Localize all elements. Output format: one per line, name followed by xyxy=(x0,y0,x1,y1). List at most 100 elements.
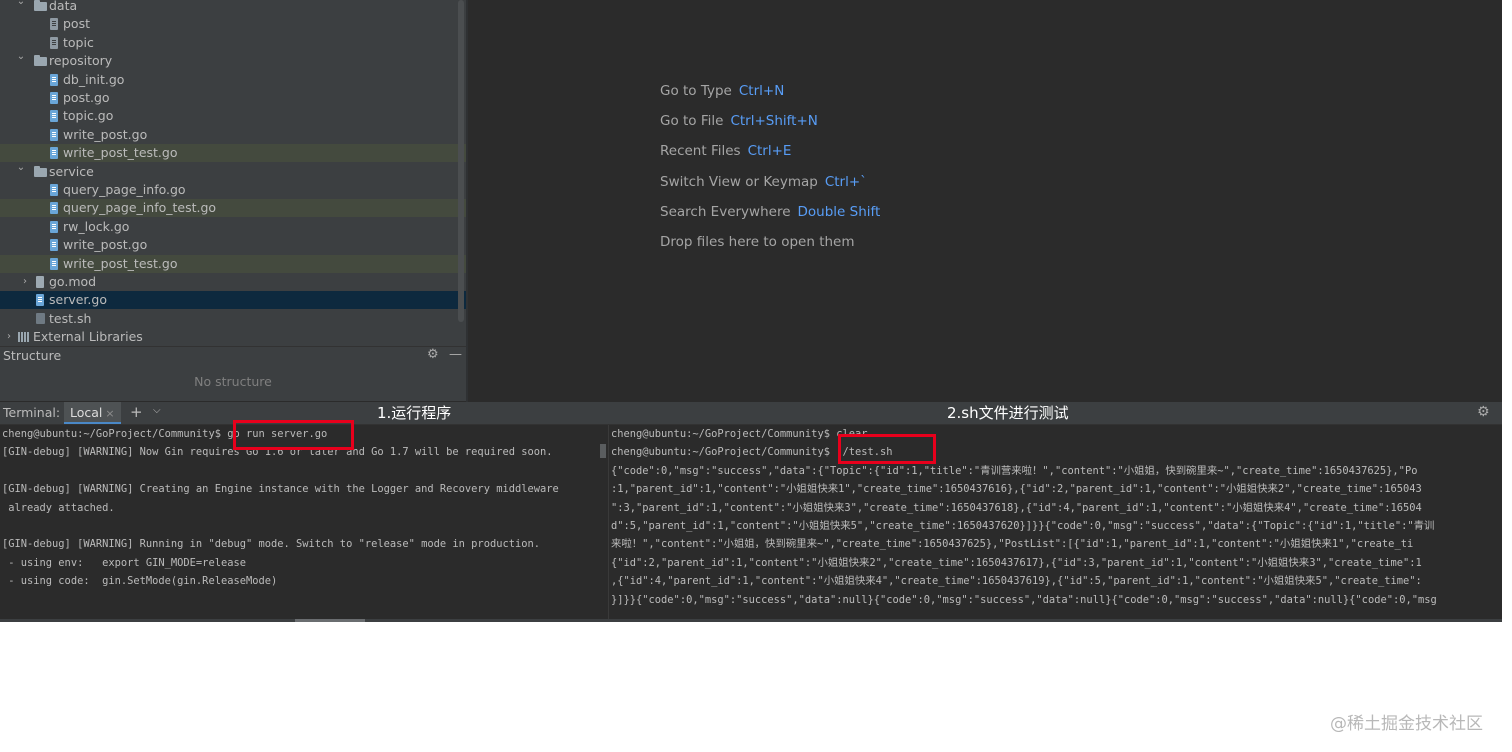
terminal-output-line: [GIN-debug] [WARNING] Creating an Engine… xyxy=(2,483,559,496)
tree-item[interactable]: ⌄ service xyxy=(0,162,466,181)
editor-hint-shortcut[interactable]: Ctrl+Shift+N xyxy=(730,113,817,129)
editor-hint-shortcut[interactable]: Ctrl+N xyxy=(739,83,784,99)
tree-item[interactable]: › External Libraries xyxy=(0,328,466,346)
tab-local[interactable]: Local × xyxy=(64,402,121,424)
tree-item[interactable]: write_post.go xyxy=(0,126,466,144)
go-file-icon xyxy=(50,73,58,86)
terminal-output-line: - using code: gin.SetMode(gin.ReleaseMod… xyxy=(2,575,278,588)
tree-item-label: rw_lock.go xyxy=(63,218,130,234)
go-file-icon xyxy=(50,128,58,141)
tree-item-label: repository xyxy=(49,53,113,69)
tree-item-label: query_page_info_test.go xyxy=(63,200,217,216)
tree-item[interactable]: post xyxy=(0,15,466,33)
tree-item[interactable]: rw_lock.go xyxy=(0,218,466,236)
tree-item[interactable]: post.go xyxy=(0,89,466,107)
tree-item[interactable]: › go.mod xyxy=(0,273,466,291)
tree-item-label: write_post.go xyxy=(63,126,148,142)
tree-item-label: post.go xyxy=(63,90,110,105)
tree-item[interactable]: query_page_info.go xyxy=(0,181,466,199)
go-file-icon xyxy=(50,110,58,123)
chevron-down-icon[interactable]: ⌄ xyxy=(16,0,26,11)
project-tree-panel: ⌄ data post topic ⌄ repository db_init.go post.… xyxy=(0,0,466,346)
terminal-output-line: already attached. xyxy=(2,501,115,514)
chevron-down-icon[interactable]: ⌵ xyxy=(153,405,161,416)
project-scrollbar[interactable] xyxy=(458,0,464,322)
add-terminal-button[interactable]: + xyxy=(130,403,143,421)
folder-icon xyxy=(34,55,47,67)
watermark: @稀土掘金技术社区 xyxy=(1330,714,1483,734)
minimize-icon[interactable]: — xyxy=(449,347,462,362)
terminal-output-line: ":3,"parent_id":1,"content":"小姐姐快来3","cr… xyxy=(611,501,1422,514)
structure-title: Structure xyxy=(3,348,62,363)
tree-item[interactable]: write_post.go xyxy=(0,236,466,254)
editor-empty-area[interactable]: Go to Type Ctrl+N Go to File Ctrl+Shift+N Re… xyxy=(468,0,1502,402)
editor-hint-shortcut[interactable]: Ctrl+E xyxy=(748,143,792,159)
chevron-down-icon[interactable]: ⌄ xyxy=(16,48,26,66)
go-file-icon xyxy=(50,92,58,104)
tree-item[interactable]: topic xyxy=(0,34,466,52)
close-icon[interactable]: × xyxy=(105,407,114,420)
annotation-run-program: 1.运行程序 xyxy=(377,404,452,422)
terminal-output-line: ,{"id":4,"parent_id":1,"content":"小姐姐快来4… xyxy=(611,575,1422,588)
editor-hint-shortcut[interactable]: Ctrl+` xyxy=(825,174,867,190)
editor-hint-label: Switch View or Keymap xyxy=(660,173,818,190)
editor-hint: Drop files here to open them xyxy=(660,234,855,250)
terminal-output-line: d":5,"parent_id":1,"content":"小姐姐快来5","c… xyxy=(611,520,1435,532)
terminal-settings-gear-icon[interactable]: ⚙ xyxy=(1477,404,1490,420)
annotation-highlight-box xyxy=(233,420,354,450)
editor-hint-label: Drop files here to open them xyxy=(660,234,855,250)
go-file-icon xyxy=(36,294,44,307)
structure-header: Structure ⚙ — xyxy=(0,346,466,365)
tree-item-label: go.mod xyxy=(49,274,97,289)
terminal-output-line: {"code":0,"msg":"success","data":{"Topic… xyxy=(611,464,1418,477)
tree-item[interactable]: db_init.go xyxy=(0,71,466,89)
horizontal-scrollbar-track xyxy=(0,619,1502,622)
terminal-output-line: :1,"parent_id":1,"content":"小姐姐快来1","cre… xyxy=(611,483,1422,496)
annotation-sh-test: 2.sh文件进行测试 xyxy=(947,404,1069,422)
library-icon xyxy=(18,332,30,343)
terminal-scrollbar[interactable] xyxy=(600,444,606,458)
tree-item[interactable]: query_page_info_test.go xyxy=(0,199,466,218)
tree-item-label: post xyxy=(63,16,90,32)
tree-item-label: write_post_test.go xyxy=(63,145,178,161)
editor-hint-shortcut[interactable]: Double Shift xyxy=(798,204,881,220)
terminal-right-session[interactable]: cheng@ubuntu:~/GoProject/Community$ clea… xyxy=(608,425,1502,622)
terminal-output-line: - using env: export GIN_MODE=release xyxy=(2,556,246,569)
terminal-output-line: }]}}{"code":0,"msg":"success","data":nul… xyxy=(611,593,1437,606)
tree-item[interactable]: topic.go xyxy=(0,107,466,125)
tree-item[interactable]: server.go xyxy=(0,291,466,310)
tree-item-label: External Libraries xyxy=(33,329,143,345)
shell-file-icon xyxy=(36,312,45,324)
chevron-right-icon[interactable]: › xyxy=(4,328,14,346)
editor-hint: Go to Type Ctrl+N xyxy=(660,83,784,99)
tab-local-label: Local xyxy=(70,405,103,420)
go-file-icon xyxy=(50,239,58,252)
tree-item[interactable]: test.sh xyxy=(0,310,466,328)
terminal-output-line: [GIN-debug] [WARNING] Running in "debug"… xyxy=(2,538,540,551)
tree-item-label: db_init.go xyxy=(63,71,125,87)
module-file-icon xyxy=(36,276,44,288)
tree-item[interactable]: write_post_test.go xyxy=(0,254,466,273)
terminal-tab-bar: Terminal: Local × + ⌵ ⚙ xyxy=(0,402,1502,425)
tree-item[interactable]: ⌄ data xyxy=(0,0,466,15)
gear-icon[interactable]: ⚙ xyxy=(427,347,439,362)
tree-item[interactable]: ⌄ repository xyxy=(0,51,466,70)
tree-item-label: write_post_test.go xyxy=(63,255,178,271)
tree-item-label: service xyxy=(49,163,94,179)
chevron-down-icon[interactable]: ⌄ xyxy=(16,159,26,177)
terminal-left-session[interactable]: cheng@ubuntu:~/GoProject/Community$ go r… xyxy=(0,425,598,622)
go-file-icon xyxy=(50,147,58,160)
terminal-output-line: 来啦！","content":"小姐姐，快到碗里来~","create_time… xyxy=(611,538,1414,551)
horizontal-scrollbar-thumb[interactable] xyxy=(295,619,365,622)
tree-item[interactable]: write_post_test.go xyxy=(0,144,466,163)
tree-item-label: query_page_info.go xyxy=(63,182,186,197)
no-structure-text: No structure xyxy=(194,374,272,389)
chevron-right-icon[interactable]: › xyxy=(20,273,30,291)
editor-hint-label: Go to Type xyxy=(660,83,732,99)
editor-hint: Go to File Ctrl+Shift+N xyxy=(660,113,818,129)
structure-panel: No structure xyxy=(0,365,466,401)
go-file-icon xyxy=(50,220,58,233)
file-icon xyxy=(50,36,58,49)
editor-hint-label: Search Everywhere xyxy=(660,203,791,220)
tree-item-label: topic.go xyxy=(63,108,114,124)
